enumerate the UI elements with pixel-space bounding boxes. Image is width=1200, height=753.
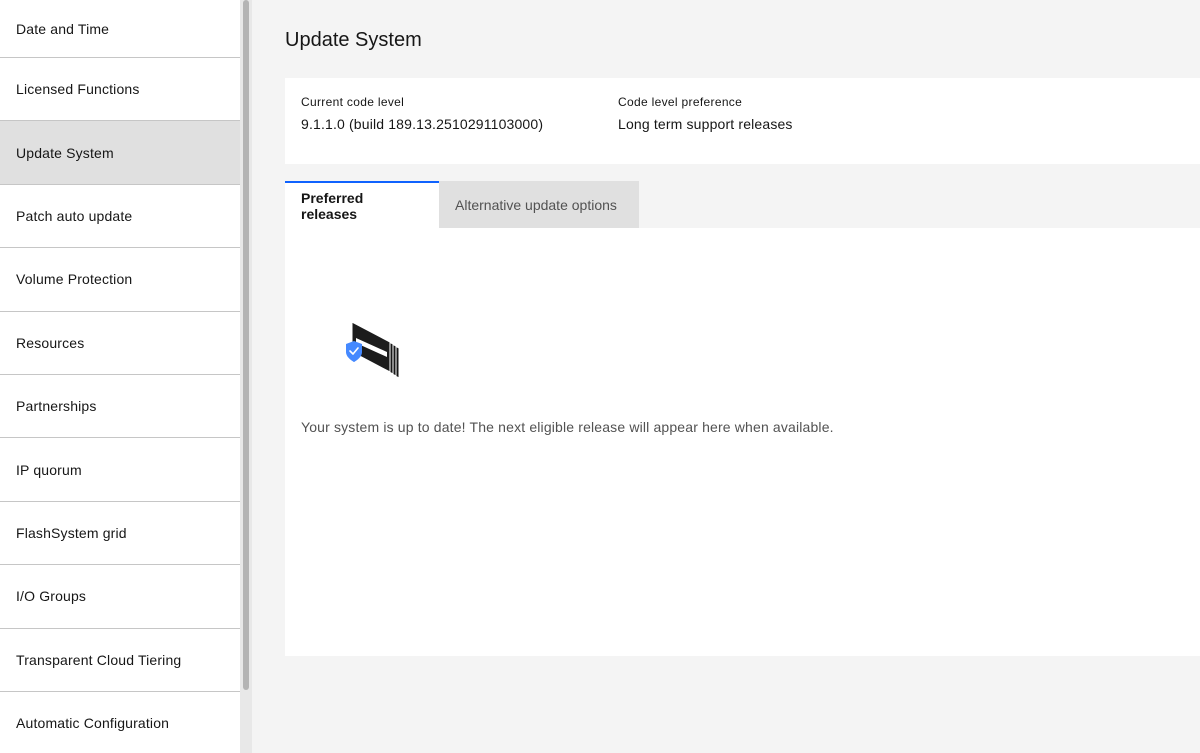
sidebar-item-label: Partnerships — [16, 398, 97, 415]
current-code-level: Current code level 9.1.1.0 (build 189.13… — [301, 95, 543, 132]
settings-sidebar: Date and Time Licensed Functions Update … — [0, 0, 240, 753]
code-level-info-panel: Current code level 9.1.1.0 (build 189.13… — [285, 78, 1200, 164]
tab-alternative-update-options[interactable]: Alternative update options — [439, 181, 639, 228]
sidebar-item-label: Transparent Cloud Tiering — [16, 651, 182, 668]
current-code-level-label: Current code level — [301, 95, 405, 109]
sidebar-scrollbar-thumb[interactable] — [243, 0, 249, 690]
system-up-to-date-icon — [343, 314, 413, 384]
sidebar-item-licensed-functions[interactable]: Licensed Functions — [0, 58, 240, 122]
code-level-preference-value: Long term support releases — [618, 116, 793, 132]
sidebar-item-label: Patch auto update — [16, 207, 133, 224]
sidebar-item-ip-quorum[interactable]: IP quorum — [0, 438, 240, 502]
sidebar-item-partnerships[interactable]: Partnerships — [0, 374, 240, 439]
tab-preferred-releases[interactable]: Preferred releases — [285, 181, 439, 228]
sidebar-item-label: IP quorum — [16, 461, 82, 478]
sidebar-item-volume-protection[interactable]: Volume Protection — [0, 248, 240, 312]
current-code-level-value: 9.1.1.0 (build 189.13.2510291103000) — [301, 116, 544, 132]
sidebar-item-label: I/O Groups — [16, 588, 87, 605]
sidebar-item-label: Update System — [16, 144, 114, 161]
up-to-date-message: Your system is up to date! The next elig… — [301, 419, 834, 435]
main-content: Update System Current code level 9.1.1.0… — [252, 0, 1200, 753]
preferred-releases-panel: Your system is up to date! The next elig… — [285, 228, 1200, 656]
sidebar-item-label: Resources — [16, 334, 85, 351]
code-level-preference: Code level preference Long term support … — [618, 95, 793, 132]
app: Date and Time Licensed Functions Update … — [0, 0, 1200, 753]
sidebar-item-resources[interactable]: Resources — [0, 311, 240, 375]
page-title: Update System — [285, 29, 422, 51]
sidebar-item-label: Date and Time — [16, 20, 110, 37]
sidebar-item-automatic-configuration[interactable]: Automatic Configuration — [0, 691, 240, 753]
code-level-preference-label: Code level preference — [618, 95, 743, 109]
sidebar-item-label: Licensed Functions — [16, 81, 140, 98]
sidebar-scrollbar[interactable] — [240, 0, 252, 753]
sidebar-item-label: Volume Protection — [16, 271, 133, 288]
sidebar-item-flashsystem-grid[interactable]: FlashSystem grid — [0, 501, 240, 566]
sidebar-item-transparent-cloud-tiering[interactable]: Transparent Cloud Tiering — [0, 628, 240, 692]
sidebar-item-update-system[interactable]: Update System — [0, 121, 240, 185]
sidebar-item-label: FlashSystem grid — [16, 524, 127, 541]
sidebar-item-date-and-time[interactable]: Date and Time — [0, 0, 240, 58]
sidebar-item-label: Automatic Configuration — [16, 715, 170, 732]
sidebar-item-io-groups[interactable]: I/O Groups — [0, 565, 240, 629]
sidebar-item-patch-auto-update[interactable]: Patch auto update — [0, 184, 240, 249]
update-tabs: Preferred releases Alternative update op… — [285, 181, 1200, 229]
